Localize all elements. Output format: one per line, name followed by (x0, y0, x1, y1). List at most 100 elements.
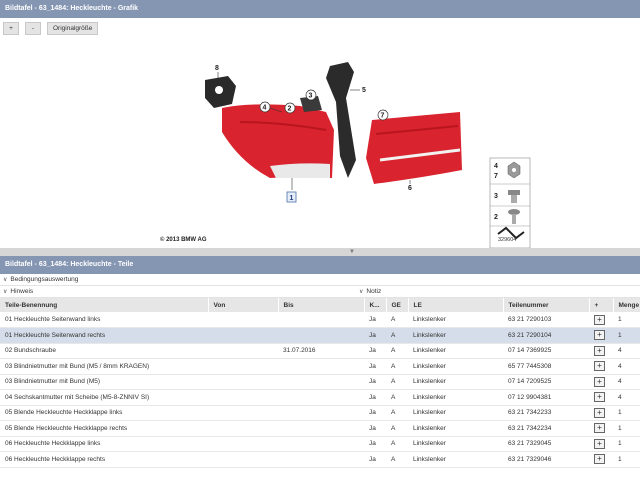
k-flag-cell: Ja (364, 374, 386, 390)
valid-from-cell (208, 436, 278, 452)
part-name-cell: 01 Heckleuchte Seitenwand rechts (0, 327, 208, 344)
chevron-down-icon[interactable]: ▼ (349, 249, 355, 255)
valid-from-cell (208, 405, 278, 421)
panel-splitter[interactable]: ▼ (0, 248, 640, 256)
part-number-cell: 63 21 7290104 (503, 327, 589, 344)
part-number-cell: 63 21 7329045 (503, 436, 589, 452)
steering-side-cell: Linkslenker (408, 436, 503, 452)
add-cell: + (589, 358, 613, 375)
quantity-cell: 4 (613, 374, 640, 390)
part-number-cell: 63 21 7290103 (503, 312, 589, 328)
k-flag-cell: Ja (364, 312, 386, 328)
valid-to-cell (278, 312, 364, 328)
add-cell: + (589, 389, 613, 406)
add-to-list-icon[interactable]: + (594, 345, 605, 356)
part-8-gasket (205, 76, 236, 108)
condition-evaluation-toggle[interactable]: ∨ Bedingungsauswertung (0, 274, 640, 286)
zoom-out-button[interactable]: - (25, 21, 41, 35)
k-flag-cell: Ja (364, 451, 386, 468)
steering-side-cell: Linkslenker (408, 451, 503, 468)
part-number-cell: 63 21 7342234 (503, 420, 589, 437)
parts-diagram-drawing: 8 4 2 3 5 7 6 1 4 7 3 2 (205, 62, 531, 249)
col-header-k[interactable]: K... (364, 298, 387, 312)
ge-value-cell: A (386, 389, 408, 406)
callout-6: 6 (408, 185, 412, 192)
callout-3: 3 (309, 93, 313, 100)
add-cell: + (589, 420, 613, 437)
add-to-list-icon[interactable]: + (594, 423, 605, 434)
add-to-list-icon[interactable]: + (594, 454, 605, 465)
valid-from-cell (208, 358, 278, 375)
col-header-part-number[interactable]: Teilenummer (503, 298, 590, 312)
zoom-in-button[interactable]: + (3, 21, 19, 35)
col-header-quantity[interactable]: Menge (613, 298, 640, 312)
add-to-list-icon[interactable]: + (594, 330, 605, 341)
quantity-cell: 4 (613, 358, 640, 375)
valid-from-cell (208, 327, 278, 344)
part-number-cell: 07 14 7209525 (503, 374, 589, 390)
valid-to-cell: 31.07.2016 (278, 343, 364, 359)
table-row[interactable]: 03 Blindnietmutter mit Bund (M5) Ja A Links… (0, 374, 640, 390)
k-flag-cell: Ja (364, 327, 386, 344)
col-header-ge[interactable]: GE (386, 298, 409, 312)
add-to-list-icon[interactable]: + (594, 407, 605, 418)
table-row[interactable]: 04 Sechskantmutter mit Scheibe (M5-8-ZNN… (0, 389, 640, 406)
ge-value-cell: A (386, 405, 408, 421)
quantity-cell: 1 (613, 405, 640, 421)
part-1-tail-light (222, 96, 334, 178)
part-name-cell: 01 Heckleuchte Seitenwand links (0, 312, 208, 328)
callout-4: 4 (263, 105, 267, 112)
ge-value-cell: A (386, 436, 408, 452)
copyright-text: © 2013 BMW AG (160, 237, 207, 243)
table-row[interactable]: 02 Bundschraube 31.07.2016 Ja A Linkslenker 0… (0, 343, 640, 359)
ge-value-cell: A (386, 327, 408, 344)
add-to-list-icon[interactable]: + (594, 314, 605, 325)
valid-to-cell (278, 436, 364, 452)
valid-to-cell (278, 327, 364, 344)
note-toggle[interactable]: ∨ Notiz (359, 286, 381, 298)
ge-value-cell: A (386, 358, 408, 375)
part-6-tailgate-light (366, 112, 462, 184)
table-row[interactable]: 01 Heckleuchte Seitenwand links Ja A Linksl… (0, 312, 640, 328)
key-label-3: 3 (494, 193, 498, 200)
add-to-list-icon[interactable]: + (594, 376, 605, 387)
chevron-down-icon: ∨ (3, 277, 8, 283)
key-label-2: 2 (494, 214, 498, 221)
steering-side-cell: Linkslenker (408, 358, 503, 375)
quantity-cell: 4 (613, 343, 640, 359)
ge-value-cell: A (386, 451, 408, 468)
table-row[interactable]: 06 Heckleuchte Heckklappe links Ja A Linksl… (0, 436, 640, 452)
k-flag-cell: Ja (364, 420, 386, 437)
steering-side-cell: Linkslenker (408, 327, 503, 344)
valid-to-cell (278, 405, 364, 421)
add-to-list-icon[interactable]: + (594, 392, 605, 403)
quantity-cell: 1 (613, 436, 640, 452)
col-header-to[interactable]: Bis (278, 298, 365, 312)
col-header-le[interactable]: LE (408, 298, 504, 312)
add-cell: + (589, 327, 613, 344)
part-name-cell: 04 Sechskantmutter mit Scheibe (M5-8-ZNN… (0, 389, 208, 406)
add-to-list-icon[interactable]: + (594, 361, 605, 372)
original-size-button[interactable]: Originalgröße (47, 21, 99, 35)
valid-from-cell (208, 389, 278, 406)
parts-table: Teile-Benennung Von Bis K... GE LE Teile… (0, 298, 640, 468)
valid-to-cell (278, 389, 364, 406)
hint-toggle[interactable]: ∨ Hinweis (3, 288, 33, 295)
valid-to-cell (278, 358, 364, 375)
table-row[interactable]: 01 Heckleuchte Seitenwand rechts Ja A Links… (0, 327, 640, 344)
steering-side-cell: Linkslenker (408, 374, 503, 390)
table-row[interactable]: 05 Blende Heckleuchte Heckklappe links Ja… (0, 405, 640, 421)
note-label: Notiz (366, 288, 382, 295)
steering-side-cell: Linkslenker (408, 405, 503, 421)
add-to-list-icon[interactable]: + (594, 438, 605, 449)
valid-from-cell (208, 374, 278, 390)
table-row[interactable]: 06 Heckleuchte Heckklappe rechts Ja A Links… (0, 451, 640, 468)
table-row[interactable]: 03 Blindnietmutter mit Bund (M5 / 8mm KR… (0, 358, 640, 375)
part-number-cell: 63 21 7329046 (503, 451, 589, 468)
col-header-add[interactable]: + (589, 298, 614, 312)
col-header-from[interactable]: Von (208, 298, 279, 312)
k-flag-cell: Ja (364, 436, 386, 452)
callout-1: 1 (290, 195, 294, 202)
col-header-name[interactable]: Teile-Benennung (0, 298, 209, 312)
table-row[interactable]: 05 Blende Heckleuchte Heckklappe rechts J… (0, 420, 640, 437)
